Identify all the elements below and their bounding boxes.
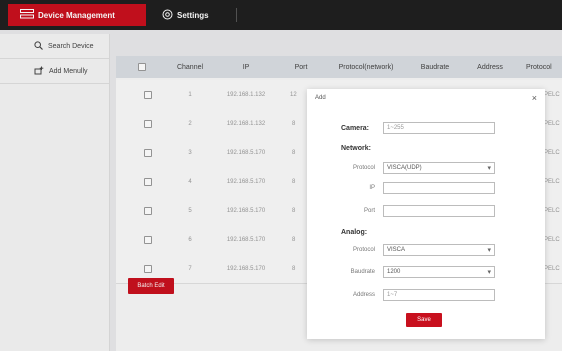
save-button[interactable]: Save [406, 313, 442, 327]
dialog-title: Add [315, 95, 326, 101]
network-section-label: Network: [341, 145, 371, 152]
analog-section-label: Analog: [341, 229, 368, 236]
port-label: Port [363, 208, 375, 214]
baudrate-label: Baudrate [350, 269, 375, 275]
close-icon[interactable]: × [532, 93, 537, 103]
camera-label: Camera: [341, 125, 370, 132]
add-dialog: Add × Camera: 1~255 Network: Protocol VI… [307, 89, 545, 339]
analog-protocol-label: Protocol [352, 247, 375, 253]
ip-input[interactable] [383, 182, 495, 194]
port-input[interactable] [383, 205, 495, 217]
baudrate-select[interactable]: 1200 [383, 266, 495, 278]
ip-label: IP [369, 185, 375, 191]
address-label: Address [352, 292, 375, 298]
network-protocol-label: Protocol [352, 165, 375, 171]
camera-input[interactable]: 1~255 [383, 122, 495, 134]
address-input[interactable]: 1~7 [383, 289, 495, 301]
network-protocol-select[interactable]: VISCA(UDP) [383, 162, 495, 174]
analog-protocol-select[interactable]: VISCA [383, 244, 495, 256]
